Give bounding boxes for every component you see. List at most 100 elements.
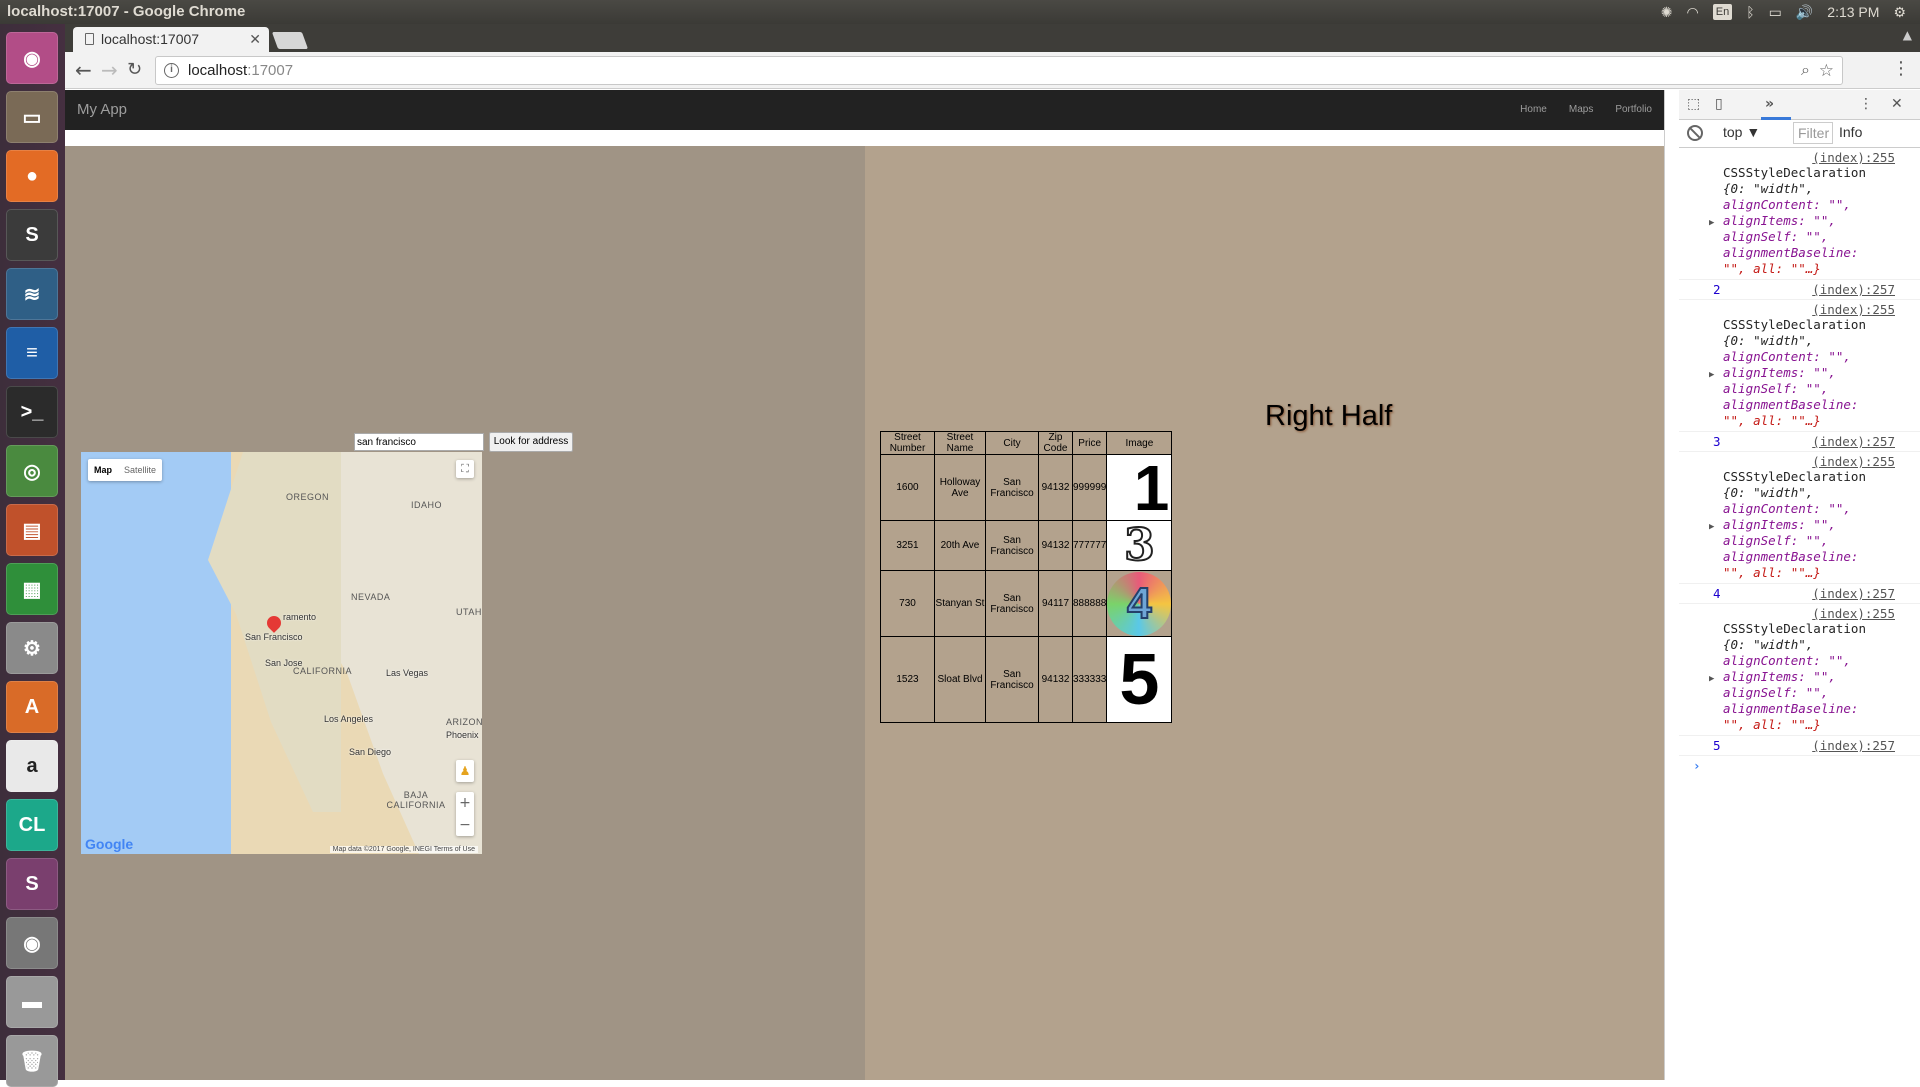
camera-icon[interactable]: ◉	[6, 917, 58, 969]
left-half: Look for address OREGON IDAHO NEVADA UTA…	[65, 146, 865, 1080]
console-entry[interactable]: 2 (index):257	[1679, 280, 1920, 300]
street-view-pegman-icon[interactable]: ♟	[456, 760, 474, 782]
cell-image: 1	[1106, 451, 1173, 524]
software-center-icon[interactable]: A	[6, 681, 58, 733]
info-icon[interactable]: i	[164, 63, 179, 78]
cell-zip: 94132	[1038, 454, 1073, 521]
close-devtools-icon[interactable]: ✕	[1891, 96, 1903, 112]
source-link[interactable]: (index):257	[1723, 586, 1920, 601]
language-indicator[interactable]: En	[1712, 4, 1733, 20]
console-object[interactable]: CSSStyleDeclaration {0: "width", alignCont…	[1709, 621, 1920, 733]
bluetooth-icon[interactable]: ᛒ	[1746, 0, 1754, 24]
console-entry[interactable]: 3 (index):257	[1679, 432, 1920, 452]
context-selector[interactable]: top ▼	[1723, 124, 1760, 140]
device-toolbar-icon[interactable]: ▯	[1715, 96, 1723, 112]
cell-image: 5	[1106, 636, 1173, 723]
source-link[interactable]: (index):255	[1723, 150, 1920, 165]
console-prompt[interactable]: ›	[1679, 756, 1920, 776]
new-tab-button[interactable]	[271, 32, 309, 49]
object-line: alignContent: "",	[1723, 653, 1851, 668]
clear-console-icon[interactable]	[1687, 125, 1703, 141]
console-entry[interactable]: (index):255 CSSStyleDeclaration {0: "width…	[1679, 452, 1920, 584]
more-tabs-icon[interactable]: »	[1765, 96, 1774, 112]
chrome-icon[interactable]: ◎	[6, 445, 58, 497]
expand-arrow-icon[interactable]: ▶	[1709, 367, 1714, 383]
zoom-out-button[interactable]: −	[456, 814, 474, 836]
object-line: alignmentBaseline:	[1723, 701, 1859, 716]
browser-tab[interactable]: localhost:17007 ✕	[73, 27, 269, 52]
console-entry[interactable]: (index):255 CSSStyleDeclaration {0: "width…	[1679, 604, 1920, 736]
number-image: 1	[1133, 451, 1170, 524]
slack-icon[interactable]: S	[6, 858, 58, 910]
forward-arrow-icon[interactable]: →	[101, 58, 118, 82]
console-object[interactable]: CSSStyleDeclaration {0: "width", alignCont…	[1709, 165, 1920, 277]
files-icon[interactable]: ▭	[6, 91, 58, 143]
clion-icon[interactable]: CL	[6, 799, 58, 851]
address-bar[interactable]: i localhost:17007 ⌕ ☆	[155, 56, 1843, 85]
ubuntu-icon[interactable]: ◉	[6, 32, 58, 84]
console-entry[interactable]: 4 (index):257	[1679, 584, 1920, 604]
chrome-menu-icon[interactable]: ⋮	[1892, 58, 1910, 79]
console-object[interactable]: CSSStyleDeclaration {0: "width", alignCont…	[1709, 317, 1920, 429]
expand-arrow-icon[interactable]: ▶	[1709, 215, 1714, 231]
look-for-address-button[interactable]: Look for address	[489, 432, 573, 452]
console-filter-input[interactable]: Filter	[1793, 122, 1833, 144]
wifi-icon[interactable]: ◠	[1687, 0, 1699, 24]
calc-icon[interactable]: ▦	[6, 563, 58, 615]
battery-icon[interactable]: ▭	[1769, 0, 1782, 24]
app-brand[interactable]: My App	[77, 90, 127, 130]
mysql-workbench-icon[interactable]: ≋	[6, 268, 58, 320]
devtools-menu-icon[interactable]: ⋮	[1859, 96, 1873, 112]
power-gear-icon[interactable]: ⚙	[1893, 0, 1906, 24]
clock[interactable]: 2:13 PM	[1827, 0, 1879, 24]
unity-launcher: ◉ ▭ ● S ≋ ≡ >_ ◎ ▤ ▦ ⚙ Aa CL S ◉ ▬ 🗑	[0, 24, 65, 1087]
minimize-icon[interactable]: ▲	[1903, 28, 1912, 42]
fullscreen-icon[interactable]: ⛶	[456, 460, 474, 478]
cell-zip: 94132	[1038, 636, 1073, 723]
map-type-map-button[interactable]: Map	[88, 459, 118, 481]
source-link[interactable]: (index):257	[1723, 738, 1920, 753]
system-tray: ✺ ◠ En ᛒ ▭ 🔊 2:13 PM ⚙	[1661, 0, 1920, 24]
web-page: My App Home Maps Portfolio Look for addr…	[65, 90, 1664, 1080]
log-level-selector[interactable]: Info	[1839, 124, 1862, 140]
amazon-icon[interactable]: a	[6, 740, 58, 792]
inspect-element-icon[interactable]: ⬚	[1687, 96, 1700, 112]
source-link[interactable]: (index):257	[1723, 434, 1920, 449]
map-type-satellite-button[interactable]: Satellite	[118, 459, 162, 481]
terminal-icon[interactable]: >_	[6, 386, 58, 438]
settings-icon[interactable]: ⚙	[6, 622, 58, 674]
console-entry[interactable]: (index):255 CSSStyleDeclaration {0: "width…	[1679, 300, 1920, 432]
expand-arrow-icon[interactable]: ▶	[1709, 519, 1714, 535]
drive-icon[interactable]: ▬	[6, 976, 58, 1028]
source-link[interactable]: (index):255	[1723, 606, 1920, 621]
close-tab-icon[interactable]: ✕	[249, 27, 261, 52]
sublime-icon[interactable]: S	[6, 209, 58, 261]
firefox-icon[interactable]: ●	[6, 150, 58, 202]
nav-maps[interactable]: Maps	[1569, 90, 1593, 130]
trash-icon[interactable]: 🗑	[6, 1035, 58, 1087]
console-entry[interactable]: (index):255 CSSStyleDeclaration {0: "width…	[1679, 148, 1920, 280]
zoom-icon[interactable]: ⌕	[1801, 57, 1810, 84]
reload-icon[interactable]: ↻	[127, 59, 142, 80]
object-line-text: alignItems: "",	[1723, 669, 1836, 684]
address-input[interactable]	[354, 433, 484, 451]
object-line: ▶ alignItems: "",	[1709, 669, 1920, 685]
source-link[interactable]: (index):255	[1723, 454, 1920, 469]
zoom-in-button[interactable]: +	[456, 792, 474, 814]
settings-tray-icon[interactable]: ✺	[1661, 0, 1673, 24]
volume-icon[interactable]: 🔊	[1796, 0, 1813, 24]
source-link[interactable]: (index):257	[1723, 282, 1920, 297]
writer-icon[interactable]: ≡	[6, 327, 58, 379]
map-attribution[interactable]: Map data ©2017 Google, INEGI Terms of Us…	[329, 846, 478, 853]
back-arrow-icon[interactable]: ←	[75, 58, 92, 82]
source-link[interactable]: (index):255	[1723, 302, 1920, 317]
google-map[interactable]: OREGON IDAHO NEVADA UTAH CALIFORNIA ARIZ…	[81, 452, 482, 854]
expand-arrow-icon[interactable]: ▶	[1709, 671, 1714, 687]
browser-toolbar: ← → ↻ i localhost:17007 ⌕ ☆ ⋮	[65, 52, 1920, 89]
impress-icon[interactable]: ▤	[6, 504, 58, 556]
nav-portfolio[interactable]: Portfolio	[1615, 90, 1652, 130]
console-object[interactable]: CSSStyleDeclaration {0: "width", alignCont…	[1709, 469, 1920, 581]
bookmark-star-icon[interactable]: ☆	[1819, 57, 1834, 84]
nav-home[interactable]: Home	[1520, 90, 1547, 130]
console-entry[interactable]: 5 (index):257	[1679, 736, 1920, 756]
